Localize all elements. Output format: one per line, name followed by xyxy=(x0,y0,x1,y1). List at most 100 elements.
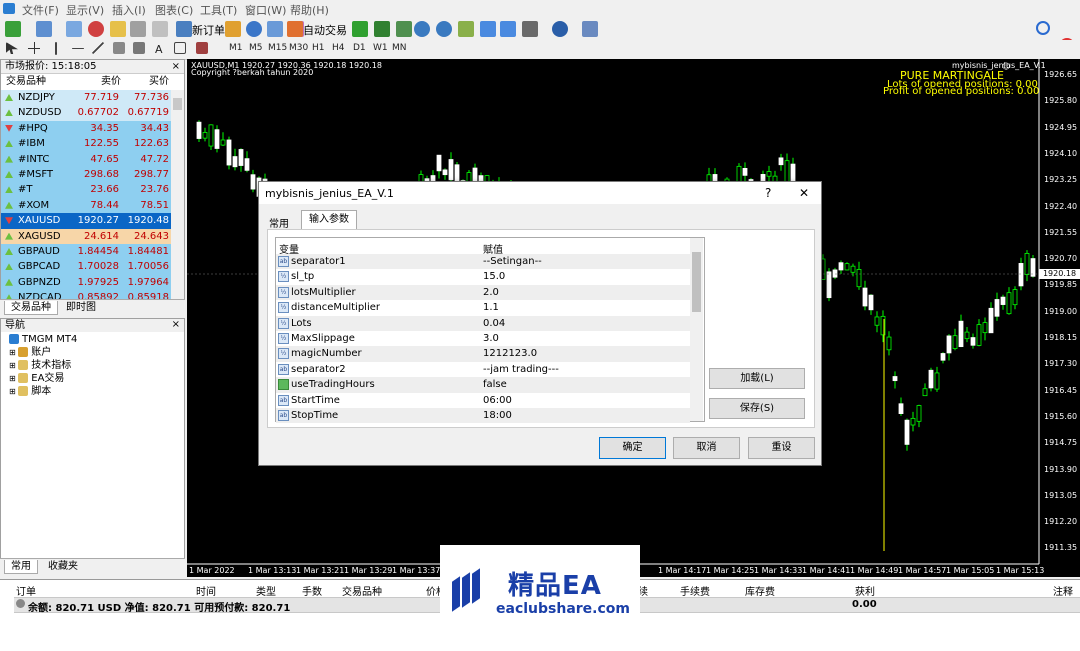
param-row[interactable]: ab StartTime 06:00 xyxy=(276,392,690,408)
col-lots[interactable]: 手数 xyxy=(302,583,322,598)
new-order-icon[interactable] xyxy=(176,21,192,37)
param-row[interactable]: ab separator1 --Setingan-- xyxy=(276,254,690,270)
param-value[interactable]: 18:00 xyxy=(483,408,512,423)
help-button[interactable]: ? xyxy=(765,186,771,200)
channel-icon[interactable] xyxy=(113,42,125,54)
navigator-icon[interactable] xyxy=(110,21,126,37)
market-watch-row[interactable]: #HPQ 34.35 34.43 xyxy=(1,120,171,137)
timeframe-m1[interactable]: M1 xyxy=(229,43,243,53)
menu-window[interactable]: 窗口(W) xyxy=(245,2,286,18)
param-value[interactable]: 3.0 xyxy=(483,331,499,346)
menu-view[interactable]: 显示(V) xyxy=(66,2,104,18)
menu-file[interactable]: 文件(F) xyxy=(22,2,59,18)
periods-icon[interactable] xyxy=(552,21,568,37)
tester-icon[interactable] xyxy=(152,21,168,37)
signals-icon[interactable] xyxy=(246,21,262,37)
tab-favorites[interactable]: 收藏夹 xyxy=(42,560,84,573)
col-comment[interactable]: 注释 xyxy=(1053,583,1073,598)
bar-chart-icon[interactable] xyxy=(352,21,368,37)
new-chart-icon[interactable] xyxy=(5,21,21,37)
navigator-item-accounts[interactable]: ⊞ 账户 xyxy=(9,346,51,359)
menu-chart[interactable]: 图表(C) xyxy=(155,2,193,18)
param-row[interactable]: ½ lotsMultiplier 2.0 xyxy=(276,284,690,301)
new-order-button[interactable]: 新订单 xyxy=(192,22,225,38)
col-commission[interactable]: 手续费 xyxy=(680,583,710,598)
timeframe-d1[interactable]: D1 xyxy=(353,43,366,53)
param-row[interactable]: ½ MaxSlippage 3.0 xyxy=(276,331,690,347)
col-profit[interactable]: 获利 xyxy=(855,583,875,598)
market-watch-row[interactable]: GBPAUD 1.84454 1.84481 xyxy=(1,244,171,260)
profiles-icon[interactable] xyxy=(36,21,52,37)
terminal-icon[interactable] xyxy=(130,21,146,37)
col-symbol[interactable]: 交易品种 xyxy=(342,583,382,598)
crosshair-icon[interactable] xyxy=(28,42,40,54)
templates-icon[interactable] xyxy=(582,21,598,37)
col-symbol[interactable]: 交易品种 xyxy=(6,74,46,89)
market-watch-row[interactable]: #INTC 47.65 47.72 xyxy=(1,151,171,167)
tile-windows-icon[interactable] xyxy=(458,21,474,37)
param-value[interactable]: --jam trading--- xyxy=(483,362,559,377)
reset-button[interactable]: 重设 xyxy=(748,437,815,459)
timeframe-h4[interactable]: H4 xyxy=(332,43,345,53)
arrows-icon[interactable] xyxy=(196,42,208,54)
search-icon[interactable] xyxy=(1036,21,1050,35)
timeframe-w1[interactable]: W1 xyxy=(373,43,388,53)
zoom-out-icon[interactable] xyxy=(436,21,452,37)
timeframe-h1[interactable]: H1 xyxy=(312,43,325,53)
candle-chart-icon[interactable] xyxy=(374,21,390,37)
tab-inputs[interactable]: 输入参数 xyxy=(301,210,357,229)
param-value[interactable]: 1212123.0 xyxy=(483,346,537,361)
chart-shift-icon[interactable] xyxy=(500,21,516,37)
market-watch-row[interactable]: #T 23.66 23.76 xyxy=(1,182,171,198)
param-row[interactable]: ½ sl_tp 15.0 xyxy=(276,269,690,285)
param-row[interactable]: ab StopTime 18:00 xyxy=(276,408,690,424)
menu-help[interactable]: 帮助(H) xyxy=(290,2,329,18)
col-bid[interactable]: 卖价 xyxy=(101,74,121,89)
text-label-icon[interactable] xyxy=(174,42,186,54)
market-watch-icon[interactable] xyxy=(66,21,82,37)
market-watch-row[interactable]: GBPNZD 1.97925 1.97964 xyxy=(1,274,171,291)
market-watch-row[interactable]: NZDJPY 77.719 77.736 xyxy=(1,90,171,106)
market-icon[interactable] xyxy=(267,21,283,37)
ok-button[interactable]: 确定 xyxy=(599,437,666,459)
market-watch-row[interactable]: XAGUSD 24.614 24.643 xyxy=(1,228,171,244)
scroll-thumb[interactable] xyxy=(692,252,701,312)
col-type[interactable]: 类型 xyxy=(256,583,276,598)
market-watch-row[interactable]: NZDUSD 0.67702 0.67719 xyxy=(1,105,171,121)
auto-trade-icon[interactable] xyxy=(287,21,303,37)
timeframe-m30[interactable]: M30 xyxy=(289,43,308,53)
param-value[interactable]: 0.04 xyxy=(483,316,505,331)
col-order[interactable]: 订单 xyxy=(16,583,36,598)
cancel-button[interactable]: 取消 xyxy=(673,437,740,459)
close-icon[interactable]: × xyxy=(172,319,180,330)
param-value[interactable]: 1.1 xyxy=(483,300,499,315)
market-watch-scrollbar[interactable] xyxy=(171,90,184,330)
param-value[interactable]: false xyxy=(483,377,507,392)
menu-tools[interactable]: 工具(T) xyxy=(200,2,237,18)
close-button[interactable]: ✕ xyxy=(799,186,809,200)
text-tool-icon[interactable]: A xyxy=(155,43,163,56)
col-time[interactable]: 时间 xyxy=(196,583,216,598)
param-value[interactable]: 15.0 xyxy=(483,269,505,284)
timeframe-m5[interactable]: M5 xyxy=(249,43,263,53)
param-value[interactable]: 2.0 xyxy=(483,285,499,300)
param-row[interactable]: ½ distanceMultiplier 1.1 xyxy=(276,300,690,316)
param-row[interactable]: ½ magicNumber 1212123.0 xyxy=(276,346,690,362)
navigator-item-experts[interactable]: ⊞ EA交易 xyxy=(9,372,64,385)
crosshair-nav-icon[interactable] xyxy=(88,21,104,37)
param-value[interactable]: 06:00 xyxy=(483,393,512,408)
menu-insert[interactable]: 插入(I) xyxy=(112,2,146,18)
market-watch-row[interactable]: #XOM 78.44 78.51 xyxy=(1,197,171,214)
line-chart-icon[interactable] xyxy=(396,21,412,37)
close-icon[interactable]: × xyxy=(172,61,180,72)
timeframe-mn[interactable]: MN xyxy=(392,43,407,53)
horizontal-line-icon[interactable] xyxy=(72,48,84,49)
save-button[interactable]: 保存(S) xyxy=(709,398,805,419)
tab-symbols[interactable]: 交易品种 xyxy=(4,301,58,315)
param-row[interactable]: ½ Lots 0.04 xyxy=(276,315,690,331)
scroll-chart-icon[interactable] xyxy=(480,21,496,37)
navigator-item-indicators[interactable]: ⊞ 技术指标 xyxy=(9,359,71,372)
tab-common[interactable]: 常用 xyxy=(4,560,38,574)
tab-tick-chart[interactable]: 即时图 xyxy=(60,301,102,314)
fibonacci-icon[interactable] xyxy=(133,42,145,54)
